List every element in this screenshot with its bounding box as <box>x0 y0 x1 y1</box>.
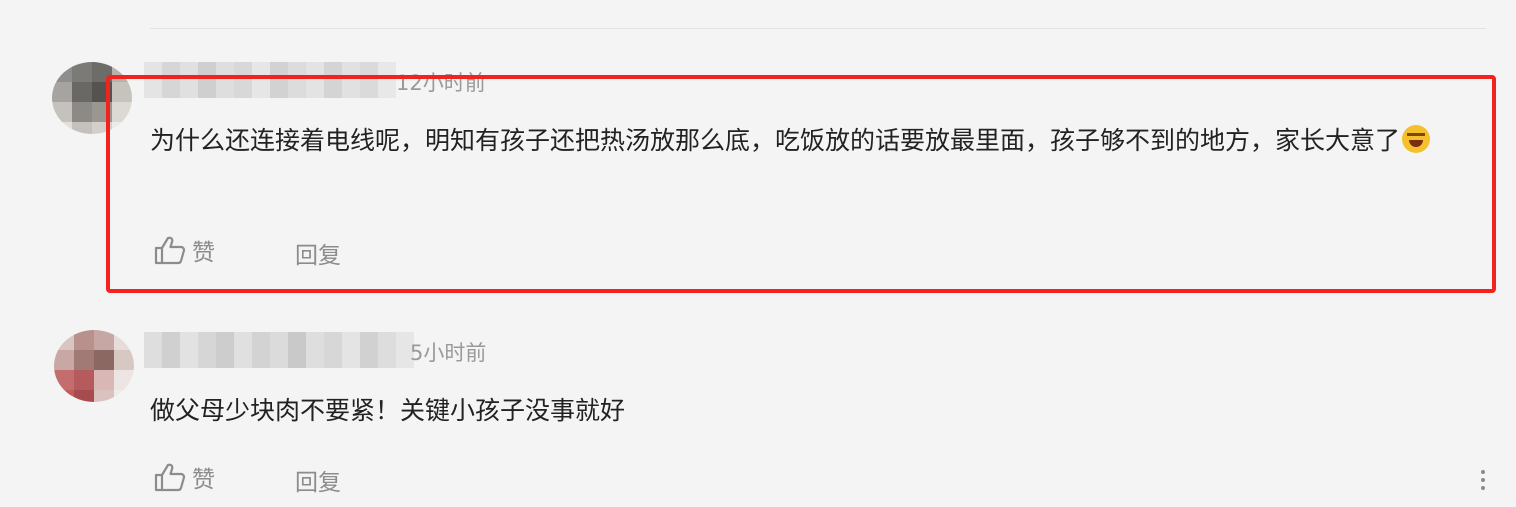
like-label: 赞 <box>192 467 215 493</box>
comment-text: 为什么还连接着电线呢，明知有孩子还把热汤放那么底，吃饭放的话要放最里面，孩子够不… <box>150 119 1490 162</box>
comment-text-content: 为什么还连接着电线呢，明知有孩子还把热汤放那么底，吃饭放的话要放最里面，孩子够不… <box>150 126 1401 155</box>
username-blurred[interactable] <box>144 332 414 368</box>
like-button[interactable]: 赞 <box>154 460 215 494</box>
like-button[interactable]: 赞 <box>154 233 215 267</box>
vertical-ellipsis-icon[interactable] <box>1476 470 1490 496</box>
username-blurred[interactable] <box>144 62 396 98</box>
thumbs-up-icon <box>154 463 186 492</box>
rolling-on-floor-laughing-emoji <box>1402 125 1431 153</box>
divider <box>150 28 1486 29</box>
reply-button[interactable]: 回复 <box>295 463 341 497</box>
comment-text-content: 做父母少块肉不要紧！关键小孩子没事就好 <box>150 396 626 425</box>
avatar[interactable] <box>52 62 132 134</box>
thumbs-up-icon <box>154 236 186 265</box>
reply-label: 回复 <box>295 243 341 269</box>
comment-feed: 12小时前 为什么还连接着电线呢，明知有孩子还把热汤放那么底，吃饭放的话要放最里… <box>0 0 1516 507</box>
reply-label: 回复 <box>295 470 341 496</box>
reply-button[interactable]: 回复 <box>295 236 341 270</box>
avatar[interactable] <box>54 330 134 402</box>
comment-text: 做父母少块肉不要紧！关键小孩子没事就好 <box>150 389 1490 432</box>
comment-timestamp: 12小时前 <box>396 71 486 95</box>
comment-timestamp: 5小时前 <box>410 341 487 365</box>
like-label: 赞 <box>192 240 215 266</box>
